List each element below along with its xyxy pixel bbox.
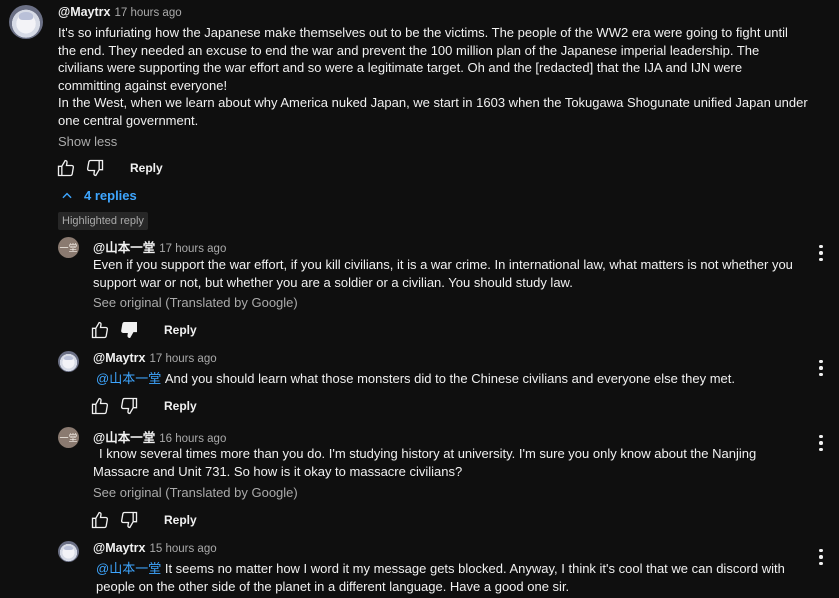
- author-name[interactable]: @山本一堂: [93, 241, 155, 255]
- author-name[interactable]: @山本一堂: [93, 431, 155, 445]
- replies-toggle[interactable]: 4 replies: [60, 188, 137, 203]
- reply-time[interactable]: 16 hours ago: [159, 433, 226, 445]
- mention-link[interactable]: @山本一堂: [96, 561, 161, 576]
- avatar[interactable]: [58, 351, 79, 372]
- comment-time[interactable]: 17 hours ago: [114, 7, 181, 19]
- thumbs-down-filled-icon[interactable]: [119, 320, 139, 340]
- more-options-icon[interactable]: [813, 433, 829, 453]
- author-name[interactable]: @Maytrx: [93, 541, 145, 555]
- reply-author[interactable]: @山本一堂 16 hours ago: [93, 427, 226, 446]
- comment-paragraph-1: It's so infuriating how the Japanese mak…: [58, 25, 788, 93]
- thumbs-up-icon[interactable]: [90, 320, 110, 340]
- more-options-icon[interactable]: [813, 358, 829, 378]
- thumbs-up-icon[interactable]: [90, 510, 110, 530]
- show-less-link[interactable]: Show less: [58, 134, 117, 149]
- thumbs-down-icon[interactable]: [119, 510, 139, 530]
- thumbs-up-icon[interactable]: [56, 158, 76, 178]
- comment-author[interactable]: @Maytrx 17 hours ago: [58, 5, 182, 19]
- reply-actions: Reply: [90, 396, 197, 416]
- reply-actions: Reply: [90, 510, 197, 530]
- reply-text: @山本一堂 It seems no matter how I word it m…: [96, 560, 806, 595]
- see-original-link[interactable]: See original (Translated by Google): [93, 295, 298, 310]
- reply-author[interactable]: @Maytrx 17 hours ago: [93, 351, 217, 365]
- reply-button[interactable]: Reply: [164, 399, 197, 413]
- avatar[interactable]: 一堂: [58, 427, 79, 448]
- comment-text: It's so infuriating how the Japanese mak…: [58, 24, 808, 94]
- author-name[interactable]: @Maytrx: [58, 5, 110, 19]
- reply-author[interactable]: @山本一堂 17 hours ago: [93, 237, 226, 256]
- reply-button[interactable]: Reply: [130, 161, 163, 175]
- thumbs-up-icon[interactable]: [90, 396, 110, 416]
- reply-text: @山本一堂 And you should learn what those mo…: [96, 370, 811, 388]
- see-original-link[interactable]: See original (Translated by Google): [93, 485, 298, 500]
- chevron-up-icon: [62, 192, 72, 198]
- replies-count: 4 replies: [84, 188, 137, 203]
- thumbs-down-icon[interactable]: [85, 158, 105, 178]
- comment-actions: Reply: [56, 158, 163, 178]
- reply-author[interactable]: @Maytrx 15 hours ago: [93, 541, 217, 555]
- comment-text-2: In the West, when we learn about why Ame…: [58, 94, 808, 129]
- more-options-icon[interactable]: [813, 547, 829, 567]
- author-name[interactable]: @Maytrx: [93, 351, 145, 365]
- avatar[interactable]: [9, 5, 43, 39]
- thumbs-down-icon[interactable]: [119, 396, 139, 416]
- reply-time[interactable]: 15 hours ago: [149, 543, 216, 555]
- reply-button[interactable]: Reply: [164, 513, 197, 527]
- reply-button[interactable]: Reply: [164, 323, 197, 337]
- reply-text: I know several times more than you do. I…: [93, 446, 757, 479]
- reply-body: It seems no matter how I word it my mess…: [96, 561, 785, 594]
- reply-time[interactable]: 17 hours ago: [159, 243, 226, 255]
- reply-time[interactable]: 17 hours ago: [149, 353, 216, 365]
- mention-link[interactable]: @山本一堂: [96, 371, 161, 386]
- comment-paragraph-2: In the West, when we learn about why Ame…: [58, 95, 808, 128]
- reply-actions: Reply: [90, 320, 197, 340]
- highlighted-reply-badge: Highlighted reply: [58, 212, 148, 230]
- more-options-icon[interactable]: [813, 243, 829, 263]
- avatar[interactable]: 一堂: [58, 237, 79, 258]
- reply-text: Even if you support the war effort, if y…: [93, 257, 793, 290]
- reply-body: And you should learn what those monsters…: [164, 371, 735, 386]
- avatar[interactable]: [58, 541, 79, 562]
